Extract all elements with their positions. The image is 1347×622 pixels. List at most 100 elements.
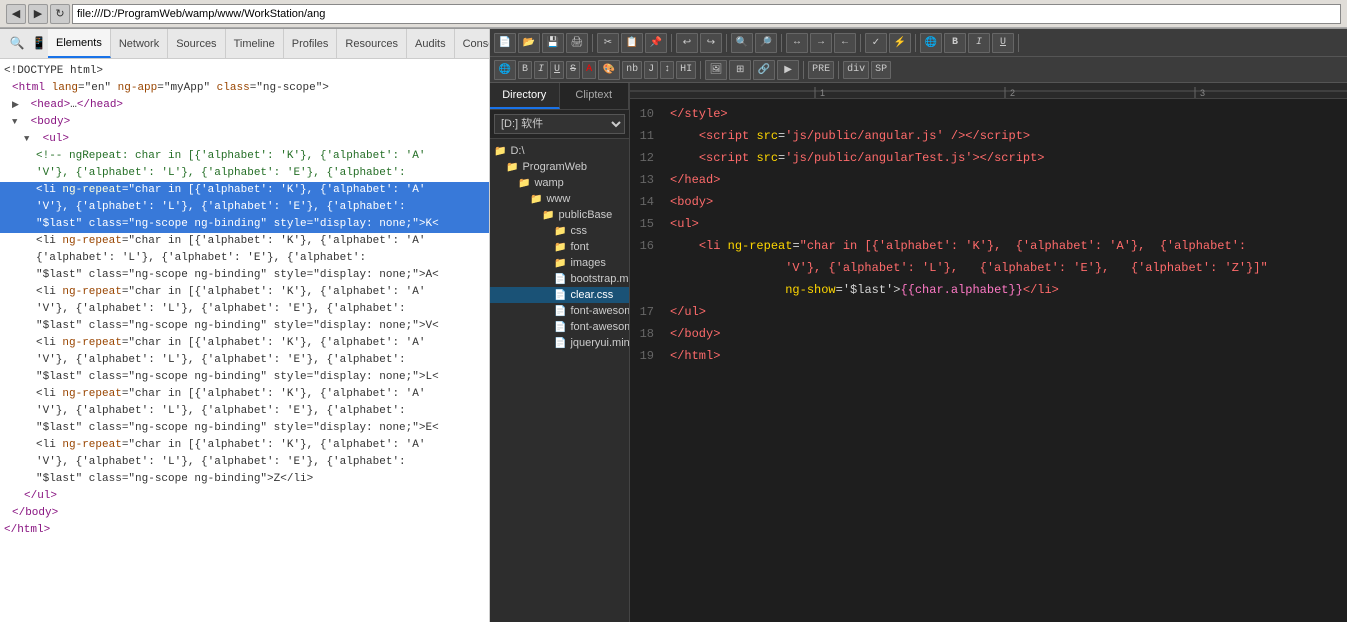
code-line-11: 11 <script src='js/public/angular.js' />… [630, 125, 1347, 147]
line-content: <ul> [670, 214, 699, 234]
italic-label[interactable]: I [534, 61, 548, 79]
line-content: <body> [670, 192, 713, 212]
strikethrough-label[interactable]: S [566, 61, 580, 79]
tree-item-css[interactable]: 📁 css [490, 223, 629, 239]
print-button[interactable]: 🖨 [566, 33, 588, 53]
div-label[interactable]: div [843, 61, 869, 79]
tab-audits[interactable]: Audits [407, 29, 455, 58]
tab-resources[interactable]: Resources [337, 29, 407, 58]
line-number: 19 [630, 346, 670, 366]
devtools-toolbar: 🔍 📱 Elements Network Sources Timeline Pr… [0, 29, 489, 59]
replace-button[interactable]: 🔎 [755, 33, 777, 53]
file-tree-dropdown: [D:] 软件 [490, 110, 629, 139]
underline-button[interactable]: U [992, 33, 1014, 53]
drive-select[interactable]: [D:] 软件 [494, 114, 625, 134]
tree-item-clear[interactable]: 📄 clear.css [490, 287, 629, 303]
underline-label[interactable]: U [550, 61, 564, 79]
find-button[interactable]: 🔍 [731, 33, 753, 53]
dom-line: "$last" class="ng-scope ng-binding" styl… [0, 267, 489, 284]
nav-back-button[interactable]: ◀ [6, 4, 26, 24]
undo-button[interactable]: ↩ [676, 33, 698, 53]
line-number: 17 [630, 302, 670, 322]
dom-line: </body> [0, 505, 489, 522]
dom-line: <li ng-repeat="char in [{'alphabet': 'K'… [0, 386, 489, 403]
dom-line: ▼ <body> [0, 114, 489, 131]
code-line-15: 15 <ul> [630, 213, 1347, 235]
redo-button[interactable]: ↪ [700, 33, 722, 53]
tab-console[interactable]: Console [455, 29, 490, 58]
tree-item-jqueryui[interactable]: 📄 jqueryui.min.css [490, 335, 629, 351]
sp-label[interactable]: SP [871, 61, 891, 79]
italic-button[interactable]: I [968, 33, 990, 53]
line-content: ng-show='$last'>{{char.alphabet}}</li> [670, 280, 1059, 300]
line-content: </body> [670, 324, 720, 344]
line-number: 11 [630, 126, 670, 146]
nav-refresh-button[interactable]: ↻ [50, 4, 70, 24]
paste-button[interactable]: 📌 [645, 33, 667, 53]
tree-item-programweb[interactable]: 📁 ProgramWeb [490, 159, 629, 175]
tree-item-bootstrap[interactable]: 📄 bootstrap.min.css [490, 271, 629, 287]
color-label[interactable]: A [582, 61, 596, 79]
indent-button[interactable]: → [810, 33, 832, 53]
tree-item-label: images [570, 257, 605, 269]
space-label[interactable]: ↕ [660, 61, 674, 79]
tab-profiles[interactable]: Profiles [284, 29, 338, 58]
outdent-button[interactable]: ← [834, 33, 856, 53]
j-label[interactable]: J [644, 61, 658, 79]
editor-panels: Directory Cliptext [D:] 软件 📁 D:\ 📁 Pr [490, 83, 1347, 622]
tree-item-font-awesome[interactable]: 📄 font-awesome.min.css [490, 303, 629, 319]
tree-item-publicbase[interactable]: 📁 publicBase [490, 207, 629, 223]
browser-chrome: ◀ ▶ ↻ [0, 0, 1347, 29]
tab-cliptext[interactable]: Cliptext [560, 83, 630, 109]
cut-button[interactable]: ✂ [597, 33, 619, 53]
dom-line: <li ng-repeat="char in [{'alphabet': 'K'… [0, 233, 489, 250]
save-button[interactable]: 💾 [542, 33, 564, 53]
tree-item-label: wamp [534, 177, 563, 189]
line-content: </ul> [670, 302, 706, 322]
device-icon[interactable]: 📱 [30, 35, 48, 53]
check-button[interactable]: ✓ [865, 33, 887, 53]
devtools-content: <!DOCTYPE html> <html lang="en" ng-app="… [0, 59, 489, 622]
dom-line-highlighted: <li ng-repeat="char in [{'alphabet': 'K'… [0, 182, 489, 199]
nb-label[interactable]: nb [622, 61, 642, 79]
color-picker-button[interactable]: 🎨 [598, 60, 620, 80]
folder-icon: 📁 [530, 194, 542, 205]
tree-item-d[interactable]: 📁 D:\ [490, 143, 629, 159]
ruler: 1 2 3 4 [630, 83, 1347, 99]
tab-directory[interactable]: Directory [490, 83, 560, 109]
format-button[interactable]: ↔ [786, 33, 808, 53]
tree-item-font[interactable]: 📁 font [490, 239, 629, 255]
line-number: 10 [630, 104, 670, 124]
bold-button[interactable]: B [944, 33, 966, 53]
file-icon: 📄 [554, 274, 566, 285]
browser-preview-button[interactable]: 🌐 [920, 33, 942, 53]
tab-network[interactable]: Network [111, 29, 168, 58]
tab-timeline[interactable]: Timeline [226, 29, 284, 58]
tree-item-images[interactable]: 📁 images [490, 255, 629, 271]
tree-item-label: jqueryui.min.css [570, 337, 629, 349]
bold-label[interactable]: B [518, 61, 532, 79]
open-file-button[interactable]: 📂 [518, 33, 540, 53]
inspect-icon[interactable]: 🔍 [8, 35, 26, 53]
code-line-19: 19 </html> [630, 345, 1347, 367]
devtools-icons: 🔍 📱 [4, 35, 48, 53]
dom-line: <li ng-repeat="char in [{'alphabet': 'K'… [0, 284, 489, 301]
pre-label[interactable]: PRE [808, 61, 834, 79]
address-bar[interactable] [72, 4, 1341, 24]
media-button[interactable]: ▶ [777, 60, 799, 80]
separator [700, 61, 701, 79]
tab-sources[interactable]: Sources [168, 29, 225, 58]
image-button[interactable]: 🖼 [705, 60, 727, 80]
tree-item-www[interactable]: 📁 www [490, 191, 629, 207]
tree-item-wamp[interactable]: 📁 wamp [490, 175, 629, 191]
tree-item-font-awesome-ie7[interactable]: 📄 font-awesome-ie7.min... [490, 319, 629, 335]
table-button[interactable]: ⊞ [729, 60, 751, 80]
browser-button[interactable]: 🌐 [494, 60, 516, 80]
validate-button[interactable]: ⚡ [889, 33, 911, 53]
tab-elements[interactable]: Elements [48, 29, 111, 58]
hi-label[interactable]: HI [676, 61, 696, 79]
copy-button[interactable]: 📋 [621, 33, 643, 53]
link-button[interactable]: 🔗 [753, 60, 775, 80]
new-file-button[interactable]: 📄 [494, 33, 516, 53]
nav-forward-button[interactable]: ▶ [28, 4, 48, 24]
